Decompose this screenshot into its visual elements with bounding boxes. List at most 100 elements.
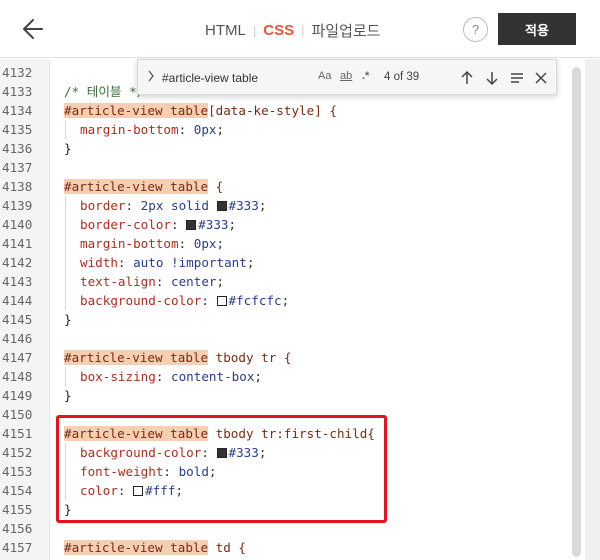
color-swatch: [133, 486, 144, 496]
tab-html[interactable]: HTML: [205, 22, 246, 39]
line-number: 4144: [2, 293, 33, 308]
indent-guide: [65, 234, 80, 253]
css-property: width: [80, 255, 118, 270]
code-line[interactable]: 4144 background-color: #fcfcfc;: [0, 291, 560, 310]
line-number: 4149: [2, 388, 33, 403]
css-property: margin-bottom: [80, 122, 179, 137]
css-value: #fcfcfc: [228, 293, 282, 308]
indent-guide: [65, 272, 80, 291]
vertical-scrollbar-thumb[interactable]: [572, 67, 581, 557]
indent-guide: [65, 215, 80, 234]
css-property: margin-bottom: [80, 236, 179, 251]
code-line[interactable]: 4143 text-align: center;: [0, 272, 560, 291]
line-number: 4135: [2, 122, 33, 137]
line-number: 4147: [2, 350, 33, 365]
code-line[interactable]: 4155}: [0, 500, 560, 519]
closing-brace: }: [64, 388, 72, 403]
code-line[interactable]: 4150: [0, 405, 560, 424]
code-line[interactable]: 4154 color: #fff;: [0, 481, 560, 500]
css-property: background-color: [80, 445, 202, 460]
css-selector: {: [208, 179, 224, 194]
code-line[interactable]: 4147 #article-view table tbody tr {: [0, 348, 560, 367]
code-text: color: #fff;: [64, 481, 183, 500]
closing-brace: }: [64, 141, 72, 156]
code-line[interactable]: 4153 font-weight: bold;: [0, 462, 560, 481]
code-line[interactable]: 4140 border-color: #333;: [0, 215, 560, 234]
css-value: auto !important: [133, 255, 247, 270]
code-line[interactable]: 4157 #article-view table td {: [0, 538, 560, 557]
code-line[interactable]: 4152 background-color: #333;: [0, 443, 560, 462]
find-widget: Aa ab .* 4 of 39: [137, 59, 557, 95]
tab-file-upload[interactable]: 파일업로드: [311, 20, 380, 41]
color-swatch: [216, 448, 227, 458]
help-icon[interactable]: ?: [463, 17, 488, 42]
apply-button[interactable]: 적용: [498, 13, 576, 45]
code-line[interactable]: 4136}: [0, 139, 560, 158]
search-match-highlight: #article-view table: [64, 540, 209, 555]
search-match-highlight: #article-view table: [64, 179, 209, 194]
code-text: box-sizing: content-box;: [64, 367, 262, 386]
code-text: }: [64, 500, 72, 519]
code-line[interactable]: 4137: [0, 158, 560, 177]
line-number: 4150: [2, 407, 33, 422]
indent-guide: [65, 120, 80, 139]
color-swatch: [186, 220, 197, 230]
css-value: content-box: [171, 369, 255, 384]
line-number: 4152: [2, 445, 33, 460]
css-property: background-color: [80, 293, 202, 308]
code-line[interactable]: 4149}: [0, 386, 560, 405]
line-number: 4137: [2, 160, 33, 175]
regex-toggle[interactable]: .*: [362, 70, 369, 82]
tab-separator: |: [301, 22, 305, 38]
code-line[interactable]: 4146: [0, 329, 560, 348]
css-value: bold: [178, 464, 209, 479]
code-text: font-weight: bold;: [64, 462, 217, 481]
code-line[interactable]: 4142 width: auto !important;: [0, 253, 560, 272]
line-number: 4146: [2, 331, 33, 346]
code-line[interactable]: 4151 #article-view table tbody tr:first-c…: [0, 424, 560, 443]
close-icon[interactable]: [532, 69, 550, 87]
toggle-replace-chevron-icon[interactable]: [143, 68, 159, 88]
line-number: 4157: [2, 540, 33, 555]
code-text: background-color: #333;: [64, 443, 266, 462]
code-line[interactable]: 4145}: [0, 310, 560, 329]
whole-word-toggle[interactable]: ab: [340, 70, 352, 82]
code-line[interactable]: 4139 border: 2px solid #333;: [0, 196, 560, 215]
tab-css[interactable]: CSS: [263, 22, 294, 39]
previous-match-arrow-up-icon[interactable]: [458, 69, 476, 87]
tab-separator: |: [252, 22, 257, 38]
next-match-arrow-down-icon[interactable]: [483, 69, 501, 87]
indent-guide: [65, 481, 80, 500]
vertical-scrollbar-track[interactable]: [585, 59, 600, 560]
search-match-highlight: #article-view table: [64, 350, 209, 365]
indent-guide: [65, 462, 80, 481]
back-arrow-icon[interactable]: [20, 14, 50, 44]
editor-tabs: HTML | CSS | 파일업로드: [205, 19, 380, 41]
search-match-highlight: #article-view table: [64, 426, 209, 441]
code-line[interactable]: 4135 margin-bottom: 0px;: [0, 120, 560, 139]
line-number: 4136: [2, 141, 33, 156]
code-editor[interactable]: 4132 4133 /* 테이블 */ 4134 #article-view table…: [0, 59, 600, 560]
css-property: border: [80, 198, 126, 213]
code-line[interactable]: 4141 margin-bottom: 0px;: [0, 234, 560, 253]
line-number: 4141: [2, 236, 33, 251]
css-selector: [data-ke-style] {: [208, 103, 337, 118]
code-text: }: [64, 386, 72, 405]
code-line[interactable]: 4148 box-sizing: content-box;: [0, 367, 560, 386]
color-swatch: [216, 296, 227, 306]
line-number: 4133: [2, 84, 33, 99]
code-line[interactable]: 4134 #article-view table[data-ke-style] {: [0, 101, 560, 120]
line-number: 4143: [2, 274, 33, 289]
indent-guide: [65, 291, 80, 310]
code-line[interactable]: 4138 #article-view table {: [0, 177, 560, 196]
code-text: border: 2px solid #333;: [64, 196, 266, 215]
chevron-right-icon: [148, 70, 154, 82]
match-case-toggle[interactable]: Aa: [318, 70, 331, 82]
line-number: 4134: [2, 103, 33, 118]
code-line[interactable]: 4156: [0, 519, 560, 538]
line-number: 4155: [2, 502, 33, 517]
css-value: #333: [198, 217, 229, 232]
line-number: 4151: [2, 426, 33, 441]
code-text: text-align: center;: [64, 272, 224, 291]
find-in-selection-lines-icon[interactable]: [508, 69, 526, 87]
